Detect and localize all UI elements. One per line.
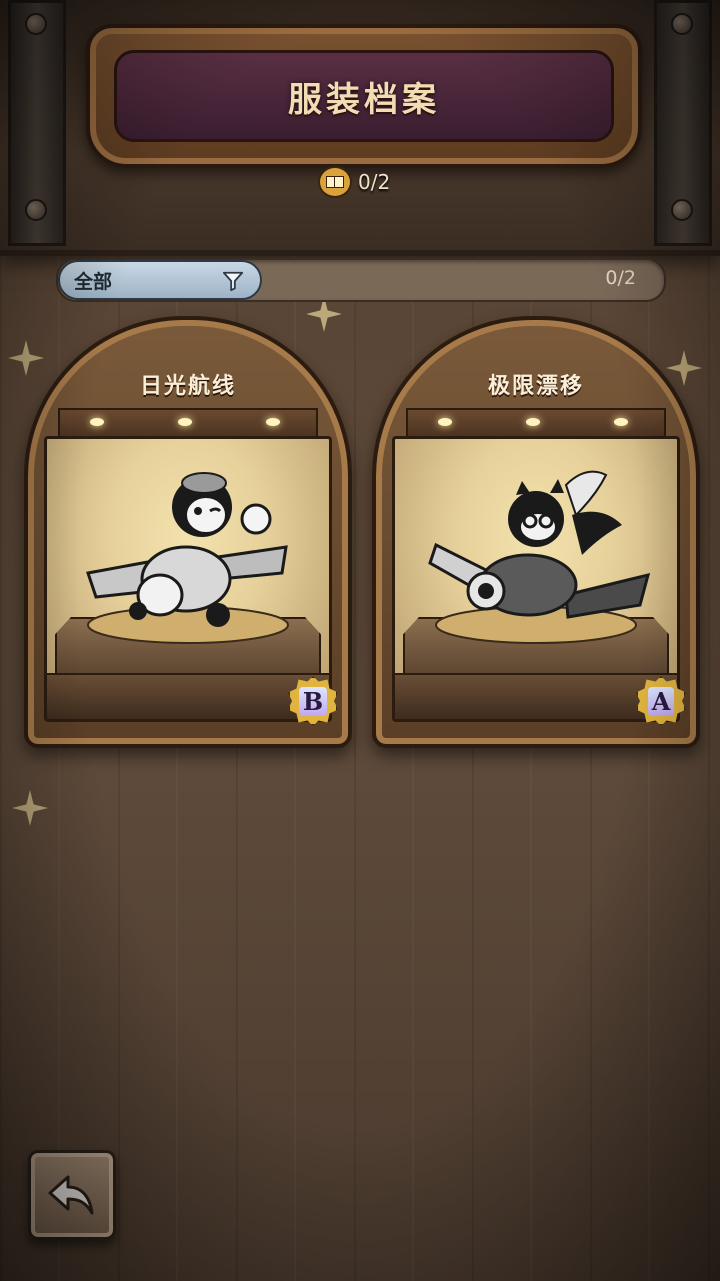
page-title: 服装档案 xyxy=(288,79,440,120)
rivet xyxy=(25,13,47,35)
filter-dropdown[interactable]: 全部 xyxy=(58,260,262,300)
filter-count: 0/2 xyxy=(605,267,636,289)
star-decoration xyxy=(12,790,48,826)
collection-counter: 0/2 xyxy=(318,166,390,198)
collection-count: 0/2 xyxy=(358,170,391,194)
title-banner: 服装档案 xyxy=(86,24,642,168)
left-strap xyxy=(8,0,66,246)
costume-card-sunlight-route[interactable]: 日光航线 B xyxy=(24,316,352,748)
filter-bar: 全部 0/2 xyxy=(56,258,666,302)
back-button[interactable] xyxy=(28,1150,116,1240)
showcase xyxy=(44,436,332,722)
costume-figure-racer-icon xyxy=(428,470,651,644)
showcase xyxy=(392,436,680,722)
costume-card-extreme-drift[interactable]: 极限漂移 A xyxy=(372,316,700,748)
costume-name: 极限漂移 xyxy=(487,374,584,399)
book-icon xyxy=(318,166,352,198)
pedestal-base xyxy=(395,673,677,719)
pedestal-base xyxy=(47,673,329,719)
rivet xyxy=(671,13,693,35)
funnel-icon xyxy=(222,271,244,292)
rivet xyxy=(671,199,693,221)
title-plate: 服装档案 xyxy=(114,50,614,142)
costume-name: 日光航线 xyxy=(139,374,236,399)
right-strap xyxy=(654,0,712,246)
filter-label: 全部 xyxy=(74,270,113,293)
header-panel: 服装档案 0/2 xyxy=(0,0,720,256)
rivet xyxy=(25,199,47,221)
back-arrow-icon xyxy=(48,1175,94,1215)
costume-figure-plane-icon xyxy=(86,472,289,644)
